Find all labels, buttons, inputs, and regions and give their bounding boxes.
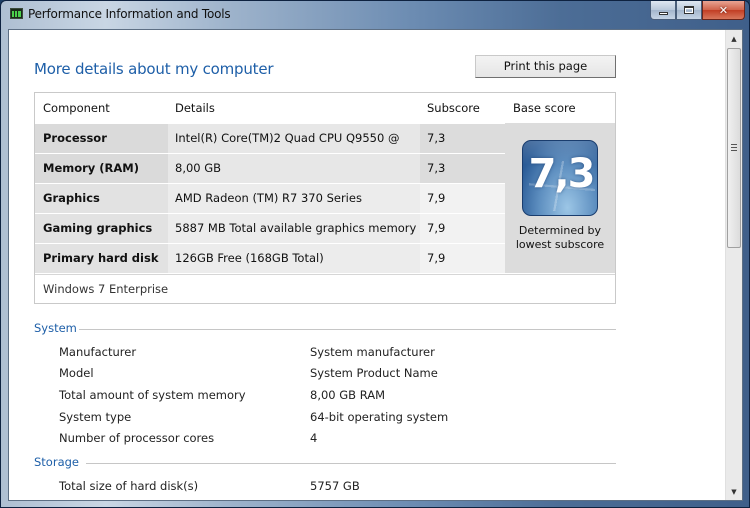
base-score-value: 7,3 [528,151,596,197]
component-name: Gaming graphics [35,214,168,243]
component-subscore: 7,9 [420,244,505,273]
table-row-hard-disk: Primary hard disk 126GB Free (168GB Tota… [35,243,505,273]
title-bar[interactable]: Performance Information and Tools ✕ [1,1,750,27]
caption-buttons: ✕ [650,1,745,21]
component-name: Processor [35,124,168,153]
header-component: Component [43,101,110,115]
system-label: System type [59,410,132,424]
component-details: 5887 MB Total available graphics memory [168,214,420,243]
base-score-area: 7,3 Determined by lowest subscore [505,123,615,273]
window: Performance Information and Tools ✕ More… [0,0,750,508]
system-label: Total amount of system memory [59,388,246,402]
component-subscore: 7,3 [420,124,505,153]
windows-edition: Windows 7 Enterprise [35,274,615,304]
system-label: Number of processor cores [59,431,215,445]
window-title: Performance Information and Tools [28,7,231,21]
storage-value: 5757 GB [310,479,360,493]
header-subscore: Subscore [427,101,480,115]
table-row-memory: Memory (RAM) 8,00 GB 7,3 [35,153,505,183]
table-row-graphics: Graphics AMD Radeon (TM) R7 370 Series 7… [35,183,505,213]
system-value: 64-bit operating system [310,410,449,424]
section-title-system: System [34,321,77,335]
section-divider [79,329,616,330]
page-title: More details about my computer [34,60,274,78]
system-value: System Product Name [310,366,438,380]
scrollbar-thumb[interactable] [727,48,741,248]
component-name: Graphics [35,184,168,213]
client-area: More details about my computer Print thi… [8,29,743,501]
component-details: Intel(R) Core(TM)2 Quad CPU Q9550 @ 2.83… [168,124,420,174]
grip-icon [731,144,737,152]
minimize-icon [658,11,668,15]
table-row-processor: Processor Intel(R) Core(TM)2 Quad CPU Q9… [35,123,505,174]
system-label: Model [59,366,94,380]
scroll-down-button[interactable]: ▼ [726,483,742,500]
score-table: Component Details Subscore Base score Pr… [34,92,616,304]
component-subscore: 7,3 [420,154,505,183]
section-title-storage: Storage [34,455,79,469]
scroll-up-button[interactable]: ▲ [726,30,742,47]
maximize-button[interactable] [676,1,702,20]
header-details: Details [175,101,215,115]
system-value: System manufacturer [310,345,435,359]
component-subscore: 7,9 [420,184,505,213]
component-details: 126GB Free (168GB Total) [168,244,420,273]
system-value: 4 [310,431,318,445]
component-details: 8,00 GB [168,154,420,183]
minimize-button[interactable] [650,1,676,20]
performance-monitor-icon [10,8,23,19]
base-score-caption: Determined by lowest subscore [505,224,615,252]
windows-score-badge-icon: 7,3 [522,140,598,216]
base-caption-line-2: lowest subscore [515,238,605,251]
system-value: 8,00 GB RAM [310,388,386,402]
header-base-score: Base score [513,101,576,115]
component-name: Memory (RAM) [35,154,168,183]
section-divider [86,463,616,464]
print-button[interactable]: Print this page [475,55,616,78]
table-row-gaming-graphics: Gaming graphics 5887 MB Total available … [35,213,505,243]
arrow-up-icon: ▲ [731,34,737,43]
component-name: Primary hard disk [35,244,168,273]
component-details: AMD Radeon (TM) R7 370 Series [168,184,420,213]
content: More details about my computer Print thi… [9,30,727,500]
component-subscore: 7,9 [420,214,505,243]
arrow-down-icon: ▼ [731,487,737,496]
vertical-scrollbar[interactable]: ▲ ▼ [725,30,742,500]
close-icon: ✕ [718,3,729,17]
system-label: Manufacturer [59,345,137,359]
close-button[interactable]: ✕ [702,1,745,20]
storage-label: Total size of hard disk(s) [59,479,199,493]
base-caption-line-1: Determined by [518,224,602,237]
maximize-icon [684,6,694,14]
